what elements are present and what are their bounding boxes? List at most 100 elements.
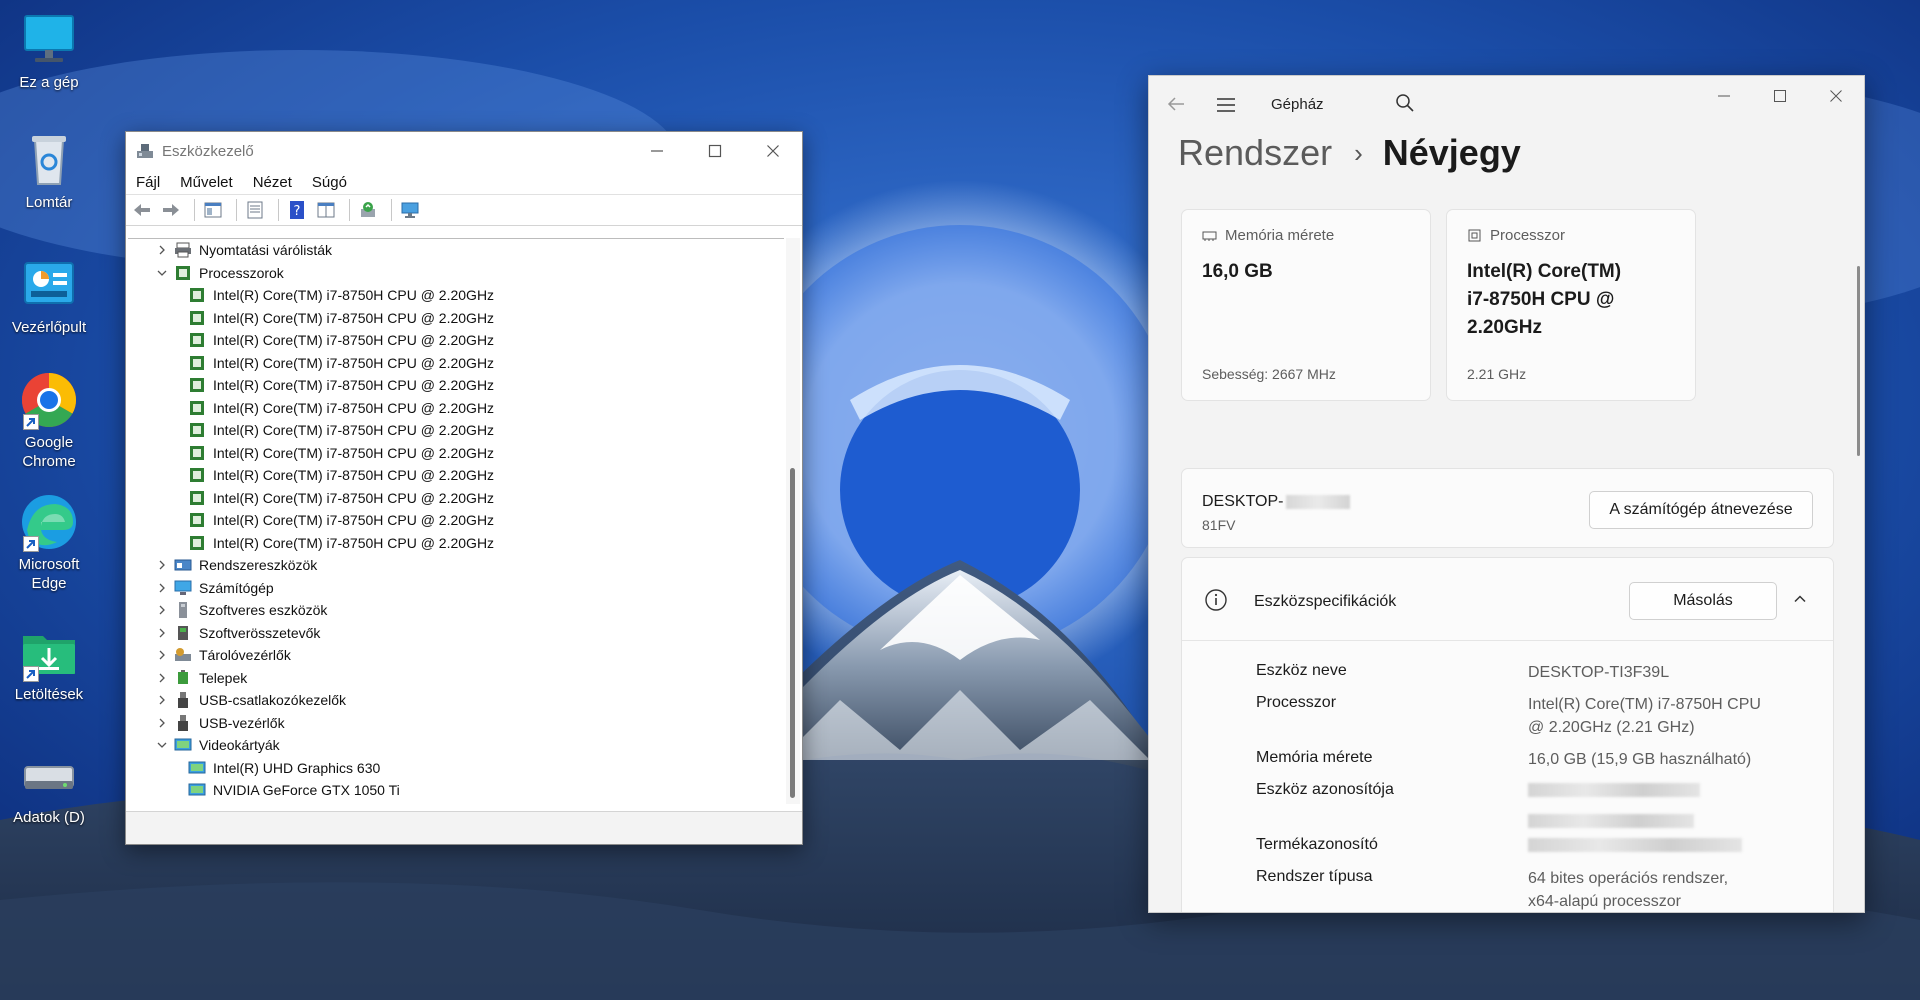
back-arrow-icon[interactable] <box>1165 93 1187 115</box>
properties-button[interactable] <box>243 198 267 222</box>
device-label: Rendszereszközök <box>199 557 318 574</box>
device-category[interactable]: USB-vezérlők <box>128 712 784 735</box>
settings-scrollbar[interactable] <box>1857 266 1860 456</box>
desktop-icon-data-drive[interactable]: Adatok (D) <box>8 745 90 827</box>
processor-value-line: 2.20GHz <box>1467 317 1542 338</box>
device-tree-item[interactable]: Intel(R) Core(TM) i7-8750H CPU @ 2.20GHz <box>128 442 784 465</box>
memory-speed: Sebesség: 2667 MHz <box>1202 366 1336 382</box>
close-button[interactable] <box>1808 76 1864 116</box>
device-tree-item[interactable]: Intel(R) Core(TM) i7-8750H CPU @ 2.20GHz <box>128 397 784 420</box>
device-category[interactable]: Telepek <box>128 667 784 690</box>
scrollbar-thumb[interactable] <box>790 468 795 798</box>
device-tree-item[interactable]: Intel(R) Core(TM) i7-8750H CPU @ 2.20GHz <box>128 419 784 442</box>
expand-toggle[interactable] <box>154 670 170 686</box>
device-category[interactable]: Tárolóvezérlők <box>128 644 784 667</box>
desktop-icon-this-pc[interactable]: Ez a gép <box>8 10 90 92</box>
device-category[interactable]: Számítógép <box>128 577 784 600</box>
settings-app-title: Gépház <box>1271 96 1324 113</box>
processor-icon <box>188 535 206 551</box>
redacted-text <box>1528 783 1700 797</box>
device-tree-item[interactable]: Intel(R) Core(TM) i7-8750H CPU @ 2.20GHz <box>128 329 784 352</box>
help-button[interactable]: ? <box>285 198 309 222</box>
title-bar[interactable]: Eszközkezelő <box>126 132 802 170</box>
show-hide-console-tree-button[interactable] <box>201 198 225 222</box>
device-category[interactable]: Videokártyák <box>128 734 784 757</box>
display-adapter-icon <box>188 760 206 776</box>
settings-title-bar[interactable]: Gépház <box>1149 76 1864 136</box>
minimize-button[interactable] <box>1696 76 1752 116</box>
battery-icon <box>174 669 192 686</box>
search-icon[interactable] <box>1395 93 1415 113</box>
minimize-button[interactable] <box>628 132 686 170</box>
device-tree-item[interactable]: Intel(R) Core(TM) i7-8750H CPU @ 2.20GHz <box>128 307 784 330</box>
memory-value: 16,0 GB <box>1202 261 1273 282</box>
menu-action[interactable]: Művelet <box>180 174 233 191</box>
desktop-icon-google-chrome[interactable]: Google Chrome <box>8 370 90 471</box>
desktop-icon-downloads[interactable]: Letöltések <box>8 622 90 704</box>
device-tree-item[interactable]: Intel(R) UHD Graphics 630 <box>128 757 784 780</box>
device-category[interactable]: Rendszereszközök <box>128 554 784 577</box>
desktop-icon-microsoft-edge[interactable]: Microsoft Edge <box>8 492 90 593</box>
scan-hardware-button[interactable] <box>398 198 422 222</box>
forward-button[interactable] <box>159 198 183 222</box>
expand-toggle[interactable] <box>154 715 170 731</box>
spec-label: Termékazonosító <box>1256 836 1378 853</box>
update-driver-button[interactable] <box>356 198 380 222</box>
device-category[interactable]: Processzorok <box>128 262 784 285</box>
close-button[interactable] <box>744 132 802 170</box>
device-category[interactable]: Szoftverösszetevők <box>128 622 784 645</box>
chevron-down-icon <box>157 742 167 749</box>
view-button[interactable] <box>314 198 338 222</box>
expand-toggle[interactable] <box>154 692 170 708</box>
maximize-button[interactable] <box>1752 76 1808 116</box>
device-tree-item[interactable]: Intel(R) Core(TM) i7-8750H CPU @ 2.20GHz <box>128 374 784 397</box>
breadcrumb-parent[interactable]: Rendszer <box>1178 132 1332 174</box>
expand-toggle[interactable] <box>154 625 170 641</box>
device-label: USB-csatlakozókezelők <box>199 692 347 709</box>
copy-button[interactable]: Másolás <box>1629 582 1777 620</box>
processor-icon <box>188 467 206 483</box>
device-tree-item[interactable]: Intel(R) Core(TM) i7-8750H CPU @ 2.20GHz <box>128 532 784 555</box>
collapse-toggle[interactable] <box>154 265 170 281</box>
device-tree-item[interactable]: Intel(R) Core(TM) i7-8750H CPU @ 2.20GHz <box>128 352 784 375</box>
processor-icon <box>188 377 206 393</box>
expand-toggle[interactable] <box>154 647 170 663</box>
expand-toggle[interactable] <box>154 580 170 596</box>
hamburger-menu-icon[interactable] <box>1215 94 1237 116</box>
menu-help[interactable]: Súgó <box>312 174 347 191</box>
tree-scrollbar[interactable] <box>786 238 800 804</box>
maximize-button[interactable] <box>686 132 744 170</box>
pc-model: 81FV <box>1202 517 1236 533</box>
collapse-toggle[interactable] <box>154 737 170 753</box>
expand-toggle[interactable] <box>154 602 170 618</box>
system-devices-icon <box>174 557 192 573</box>
chevron-up-icon[interactable] <box>1793 592 1807 606</box>
window-title: Eszközkezelő <box>162 143 254 160</box>
device-category[interactable]: Nyomtatási várólisták <box>128 239 784 262</box>
menu-file[interactable]: Fájl <box>136 174 160 191</box>
device-tree[interactable]: Nyomtatási várólisták Processzorok Intel(R… <box>128 238 784 805</box>
device-category[interactable]: USB-csatlakozókezelők <box>128 689 784 712</box>
menu-view[interactable]: Nézet <box>253 174 292 191</box>
specifications-header[interactable]: Eszközspecifikációk Másolás <box>1182 558 1833 641</box>
back-button[interactable] <box>130 198 154 222</box>
device-category[interactable]: Szoftveres eszközök <box>128 599 784 622</box>
desktop-icon-label: Letöltések <box>14 686 84 703</box>
device-tree-item[interactable]: Intel(R) Core(TM) i7-8750H CPU @ 2.20GHz <box>128 464 784 487</box>
device-tree-item[interactable]: Intel(R) Core(TM) i7-8750H CPU @ 2.20GHz <box>128 487 784 510</box>
desktop-icon-control-panel[interactable]: Vezérlőpult <box>8 255 90 337</box>
redacted-pc-name <box>1285 494 1350 509</box>
device-tree-item[interactable]: Intel(R) Core(TM) i7-8750H CPU @ 2.20GHz <box>128 509 784 532</box>
device-label: Intel(R) UHD Graphics 630 <box>213 759 381 776</box>
help-icon: ? <box>290 201 304 219</box>
rename-pc-button[interactable]: A számítógép átnevezése <box>1589 491 1813 529</box>
expand-toggle[interactable] <box>154 557 170 573</box>
chevron-right-icon <box>159 673 165 683</box>
device-label: Intel(R) Core(TM) i7-8750H CPU @ 2.20GHz <box>213 444 495 461</box>
desktop-icon-recycle-bin[interactable]: Lomtár <box>8 130 90 212</box>
device-label: Nyomtatási várólisták <box>199 242 333 259</box>
expand-toggle[interactable] <box>154 242 170 258</box>
device-tree-item[interactable]: Intel(R) Core(TM) i7-8750H CPU @ 2.20GHz <box>128 284 784 307</box>
processor-icon <box>188 400 206 416</box>
device-tree-item[interactable]: NVIDIA GeForce GTX 1050 Ti <box>128 779 784 802</box>
